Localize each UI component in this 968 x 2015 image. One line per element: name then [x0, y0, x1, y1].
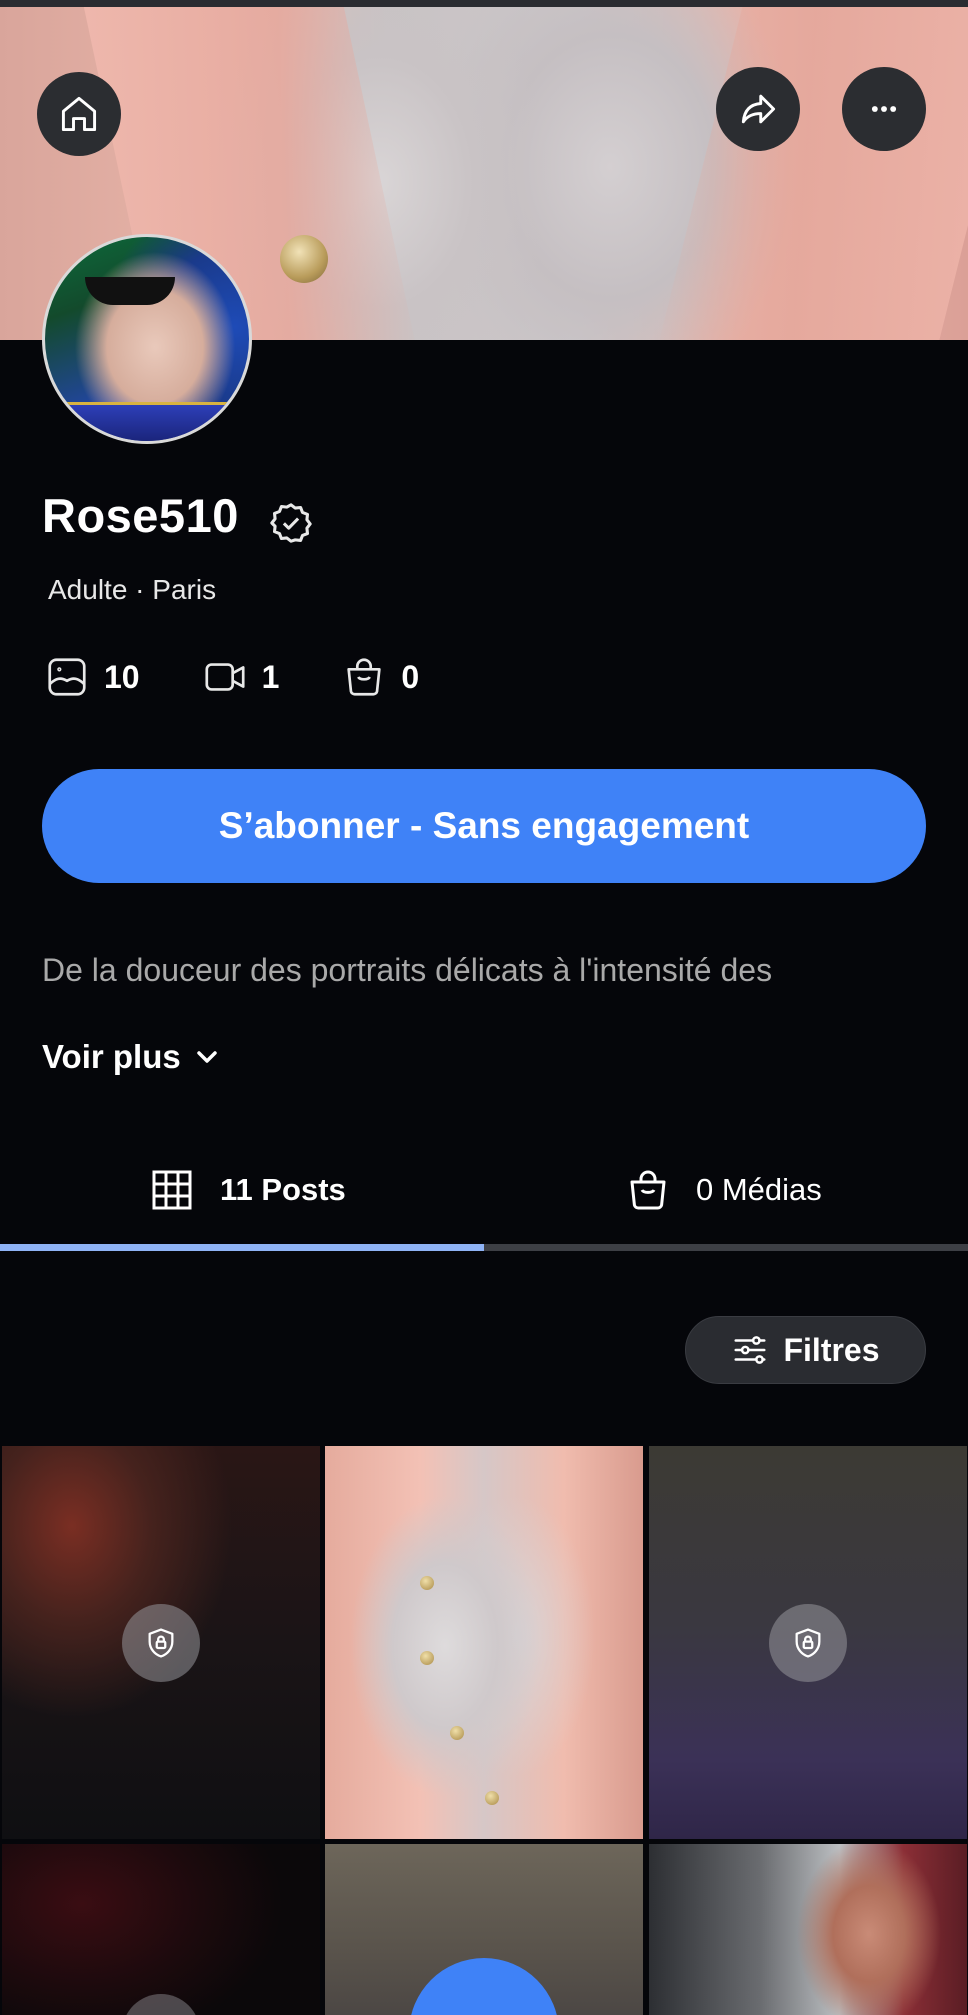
post-thumbnail[interactable] [2, 1446, 320, 1839]
post-thumbnail[interactable] [2, 1844, 320, 2015]
photo-count: 10 [44, 654, 140, 700]
sliders-icon [734, 1336, 767, 1364]
filters-button[interactable]: Filtres [685, 1316, 926, 1384]
top-edge [0, 0, 968, 7]
tab-posts[interactable]: 11 Posts [148, 1140, 346, 1240]
post-thumbnail[interactable] [325, 1844, 643, 2015]
profile-name: Rose510 [42, 489, 239, 542]
lock-icon [795, 1628, 821, 1658]
see-more-label: Voir plus [42, 1038, 181, 1075]
shop-count: 0 [341, 654, 419, 700]
home-icon [61, 96, 97, 132]
profile-meta: Adulte · Paris [48, 574, 217, 605]
bio-text: De la douceur des portraits délicats à l… [42, 946, 942, 1014]
video-count: 1 [202, 654, 279, 700]
subscribe-button[interactable]: S’abonner - Sans engagement [42, 769, 926, 883]
post-thumbnail[interactable] [649, 1446, 967, 1839]
post-thumbnail[interactable] [325, 1446, 643, 1839]
more-options-button[interactable] [842, 67, 926, 151]
shopping-bag-icon [630, 1170, 666, 1210]
content-tabs: 11 Posts 0 Médias [0, 1140, 968, 1250]
share-button[interactable] [716, 67, 800, 151]
tab-active-indicator [0, 1244, 484, 1251]
locked-badge [122, 1604, 200, 1682]
avatar[interactable] [42, 234, 252, 444]
video-icon [205, 663, 245, 691]
profile-stats: 10 1 0 [44, 654, 481, 700]
chevron-down-icon [197, 1051, 217, 1063]
shopping-bag-icon [347, 658, 382, 696]
locked-badge [769, 1604, 847, 1682]
grid-icon [152, 1170, 192, 1210]
post-thumbnail[interactable] [649, 1844, 967, 2015]
posts-grid [0, 1446, 968, 2015]
share-icon [741, 94, 776, 124]
tab-medias[interactable]: 0 Médias [624, 1140, 822, 1240]
lock-icon [148, 1628, 174, 1658]
home-button[interactable] [37, 72, 121, 156]
verified-badge-icon [270, 503, 312, 543]
more-icon [871, 106, 897, 112]
photo-icon [48, 658, 86, 696]
see-more-button[interactable]: Voir plus [42, 1038, 223, 1076]
